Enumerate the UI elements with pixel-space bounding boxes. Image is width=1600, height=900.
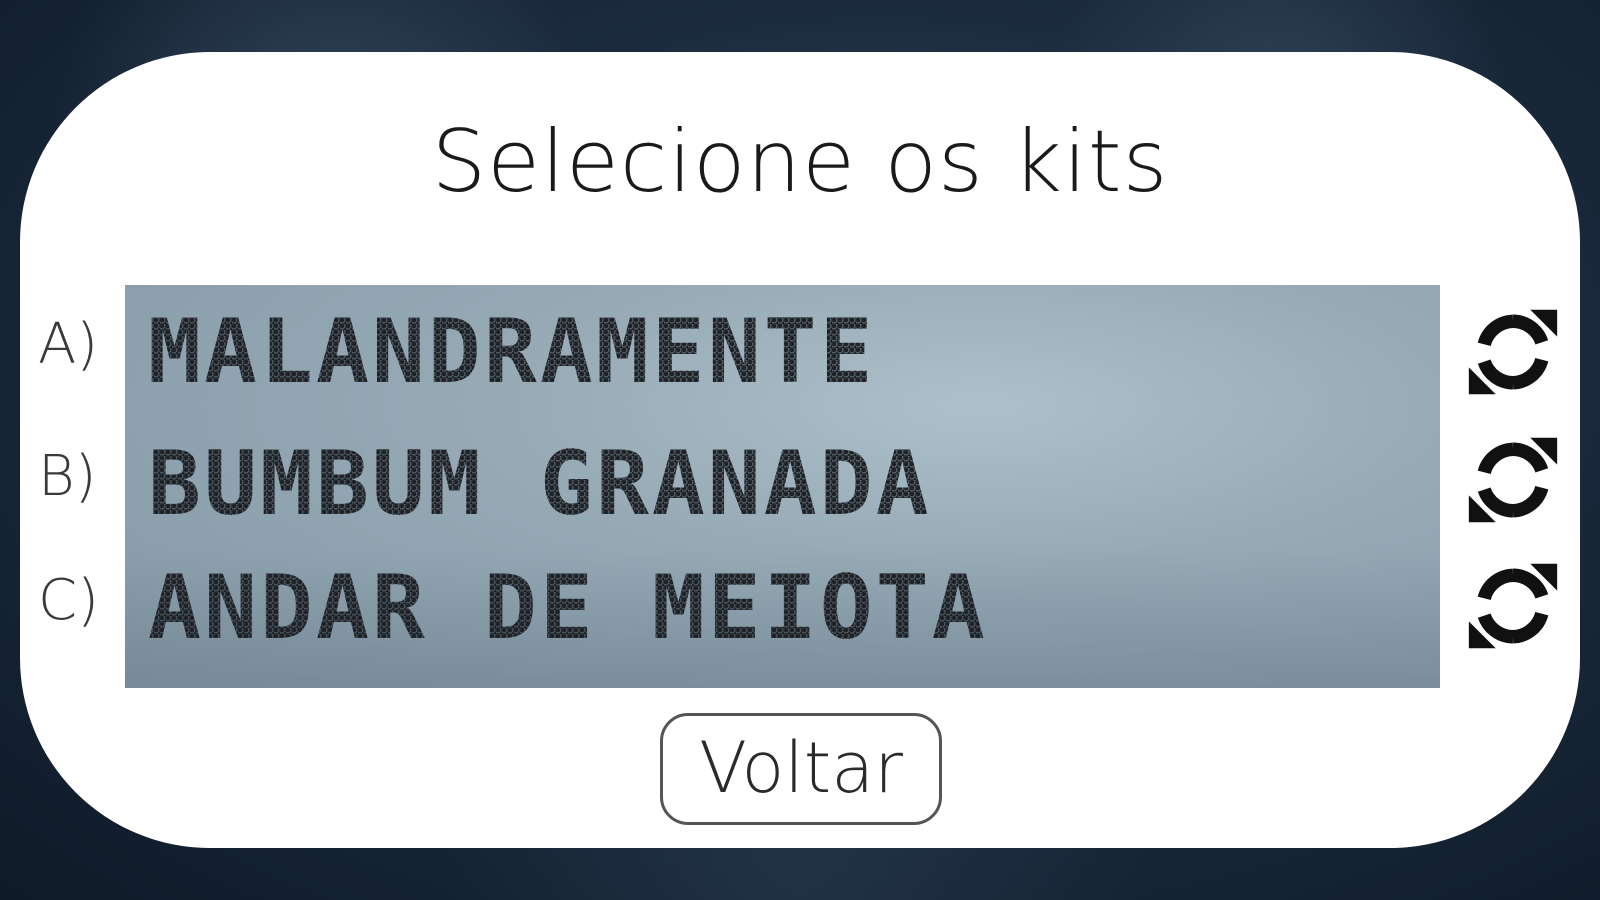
page-title: Selecione os kits <box>431 112 1169 212</box>
refresh-kit-c-button[interactable] <box>1465 558 1561 654</box>
kit-b-name[interactable]: BUMBUM GRANADA <box>148 432 932 535</box>
kit-b-label: B) <box>38 444 97 509</box>
kit-a-label: A) <box>38 312 99 377</box>
kit-c-label: C) <box>38 568 99 633</box>
refresh-kit-a-button[interactable] <box>1465 304 1561 400</box>
refresh-icon <box>1468 309 1558 395</box>
back-button[interactable]: Voltar <box>660 713 942 825</box>
kit-a-name[interactable]: MALANDRAMENTE <box>148 300 876 403</box>
refresh-icon <box>1468 563 1558 649</box>
refresh-kit-b-button[interactable] <box>1465 432 1561 528</box>
refresh-icon <box>1468 437 1558 523</box>
kit-c-name[interactable]: ANDAR DE MEIOTA <box>148 556 988 659</box>
